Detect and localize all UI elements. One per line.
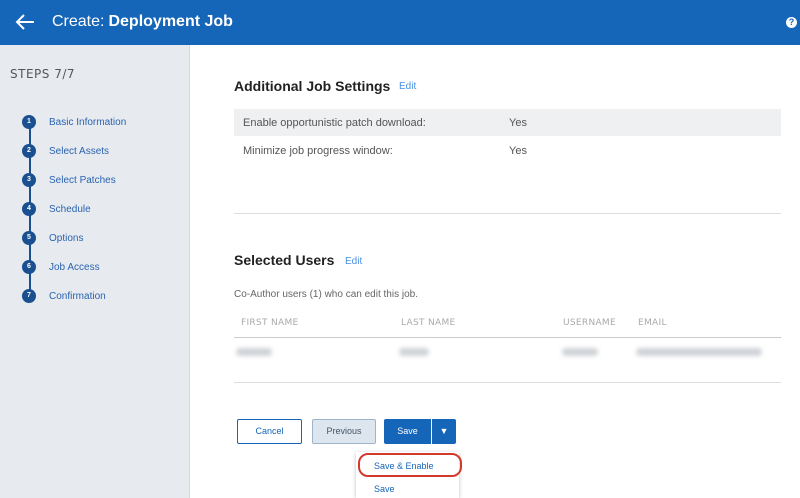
- save-button[interactable]: Save: [384, 419, 431, 444]
- selected-users-title: Selected Users: [234, 252, 335, 268]
- setting-value: Yes: [509, 117, 527, 129]
- steps-sidebar: STEPS 7/7 1 Basic Information 2 Select A…: [0, 45, 190, 498]
- additional-settings-edit-link[interactable]: Edit: [399, 81, 416, 92]
- step-label: Confirmation: [49, 290, 106, 302]
- additional-settings-title: Additional Job Settings: [234, 78, 391, 94]
- help-icon[interactable]: ?: [786, 17, 797, 28]
- step-number-badge: 2: [22, 144, 36, 158]
- top-header: Create: Deployment Job ?: [0, 0, 800, 45]
- step-number-badge: 5: [22, 231, 36, 245]
- arrow-left-icon[interactable]: [14, 12, 36, 32]
- column-header-email: EMAIL: [638, 318, 667, 328]
- step-number-badge: 7: [22, 289, 36, 303]
- coauthor-description: Co-Author users (1) who can edit this jo…: [234, 289, 418, 300]
- step-label: Schedule: [49, 203, 91, 215]
- section-divider: [234, 213, 781, 214]
- redacted-first-name: [236, 348, 272, 356]
- step-number-badge: 4: [22, 202, 36, 216]
- step-label: Basic Information: [49, 116, 127, 128]
- setting-value: Yes: [509, 145, 527, 157]
- menu-item-save[interactable]: Save: [374, 484, 395, 494]
- step-confirmation[interactable]: 7 Confirmation: [22, 288, 106, 304]
- step-options[interactable]: 5 Options: [22, 230, 83, 246]
- setting-row-opportunistic-download: Enable opportunistic patch download: Yes: [234, 109, 781, 136]
- column-header-first-name: FIRST NAME: [241, 318, 299, 328]
- step-label: Options: [49, 232, 84, 244]
- page-title-name: Deployment Job: [108, 13, 233, 30]
- redacted-email: [636, 348, 762, 356]
- redacted-last-name: [399, 348, 429, 356]
- step-label: Select Patches: [49, 174, 116, 186]
- setting-row-minimize-progress: Minimize job progress window: Yes: [234, 137, 781, 164]
- step-number-badge: 1: [22, 115, 36, 129]
- step-basic-information[interactable]: 1 Basic Information: [22, 114, 126, 130]
- column-header-username: USERNAME: [563, 318, 616, 328]
- redacted-username: [562, 348, 598, 356]
- main-content: Additional Job Settings Edit Enable oppo…: [190, 45, 800, 498]
- step-select-patches[interactable]: 3 Select Patches: [22, 172, 116, 188]
- cancel-button[interactable]: Cancel: [237, 419, 302, 444]
- page-title-prefix: Create:: [52, 13, 105, 30]
- step-select-assets[interactable]: 2 Select Assets: [22, 143, 109, 159]
- setting-label: Minimize job progress window:: [243, 145, 393, 157]
- annotation-highlight-ring: [358, 453, 462, 477]
- caret-down-icon[interactable]: ▼: [432, 419, 456, 444]
- page-title: Create: Deployment Job: [52, 13, 233, 31]
- table-header-rule: [234, 337, 781, 338]
- step-label: Select Assets: [49, 145, 110, 157]
- steps-counter: STEPS 7/7: [10, 67, 76, 81]
- section-divider: [234, 382, 781, 383]
- step-job-access[interactable]: 6 Job Access: [22, 259, 100, 275]
- previous-button[interactable]: Previous: [312, 419, 376, 444]
- setting-label: Enable opportunistic patch download:: [243, 117, 426, 129]
- step-number-badge: 6: [22, 260, 36, 274]
- step-label: Job Access: [49, 261, 100, 273]
- selected-users-edit-link[interactable]: Edit: [345, 256, 362, 267]
- step-schedule[interactable]: 4 Schedule: [22, 201, 91, 217]
- column-header-last-name: LAST NAME: [401, 318, 456, 328]
- step-number-badge: 3: [22, 173, 36, 187]
